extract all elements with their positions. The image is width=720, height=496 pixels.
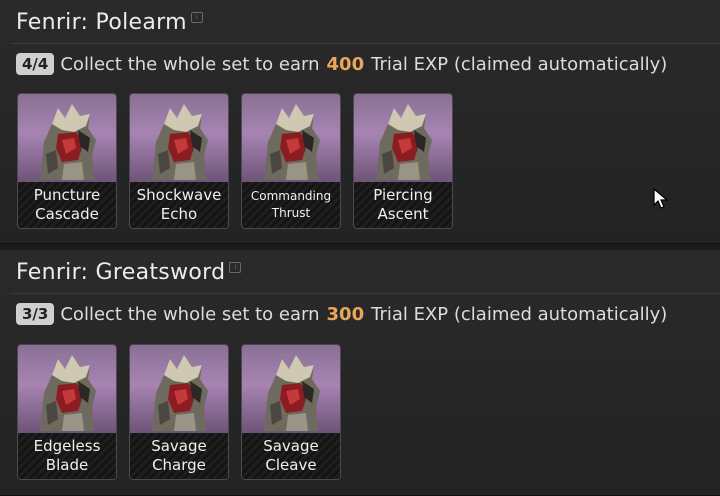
- requirement-suffix: Trial EXP (claimed automatically): [371, 53, 668, 75]
- fenrir-wolf-helm-icon: [242, 345, 340, 433]
- fenrir-wolf-helm-icon: [18, 345, 116, 433]
- item-card[interactable]: Savage Cleave: [241, 344, 341, 480]
- divider: [10, 43, 720, 44]
- progress-badge: 3/3: [16, 303, 55, 325]
- fenrir-wolf-helm-icon: [130, 345, 228, 433]
- set-panel-polearm: Fenrir: Polearm i 4/4 Collect the whole …: [0, 0, 720, 244]
- item-card[interactable]: Puncture Cascade: [17, 93, 117, 229]
- item-card-list: Edgeless Blade Savage Charge Savage Cleave: [17, 344, 341, 480]
- set-title: Fenrir: Greatsword: [16, 260, 226, 285]
- item-name: Savage Cleave: [242, 433, 340, 479]
- item-name: Edgeless Blade: [18, 433, 116, 479]
- fenrir-wolf-helm-icon: [18, 94, 116, 182]
- item-name: Shockwave Echo: [130, 182, 228, 228]
- set-title-row: Fenrir: Polearm i: [16, 8, 203, 38]
- set-title-row: Fenrir: Greatsword i: [16, 258, 242, 288]
- item-card[interactable]: Commanding Thrust: [241, 93, 341, 229]
- requirement-prefix: Collect the whole set to earn: [60, 303, 320, 325]
- info-icon[interactable]: i: [229, 262, 242, 273]
- set-requirement: 3/3 Collect the whole set to earn 300 Tr…: [16, 301, 667, 327]
- set-requirement: 4/4 Collect the whole set to earn 400 Tr…: [16, 51, 667, 77]
- fenrir-wolf-helm-icon: [354, 94, 452, 182]
- item-card-list: Puncture Cascade Shockwave Echo Commanding…: [17, 93, 453, 229]
- item-name: Commanding Thrust: [242, 182, 340, 228]
- exp-amount: 300: [326, 303, 365, 325]
- item-card[interactable]: Edgeless Blade: [17, 344, 117, 480]
- progress-badge: 4/4: [16, 53, 55, 75]
- mouse-pointer-icon: [653, 188, 669, 209]
- item-name: Piercing Ascent: [354, 182, 452, 228]
- item-name: Savage Charge: [130, 433, 228, 479]
- item-card[interactable]: Shockwave Echo: [129, 93, 229, 229]
- item-card[interactable]: Piercing Ascent: [353, 93, 453, 229]
- requirement-prefix: Collect the whole set to earn: [60, 53, 320, 75]
- item-name: Puncture Cascade: [18, 182, 116, 228]
- set-title: Fenrir: Polearm: [16, 10, 187, 35]
- requirement-suffix: Trial EXP (claimed automatically): [371, 303, 668, 325]
- fenrir-wolf-helm-icon: [130, 94, 228, 182]
- divider: [10, 293, 720, 294]
- set-panel-greatsword: Fenrir: Greatsword i 3/3 Collect the who…: [0, 250, 720, 496]
- fenrir-wolf-helm-icon: [242, 94, 340, 182]
- info-icon[interactable]: i: [190, 12, 203, 23]
- exp-amount: 400: [326, 53, 365, 75]
- item-card[interactable]: Savage Charge: [129, 344, 229, 480]
